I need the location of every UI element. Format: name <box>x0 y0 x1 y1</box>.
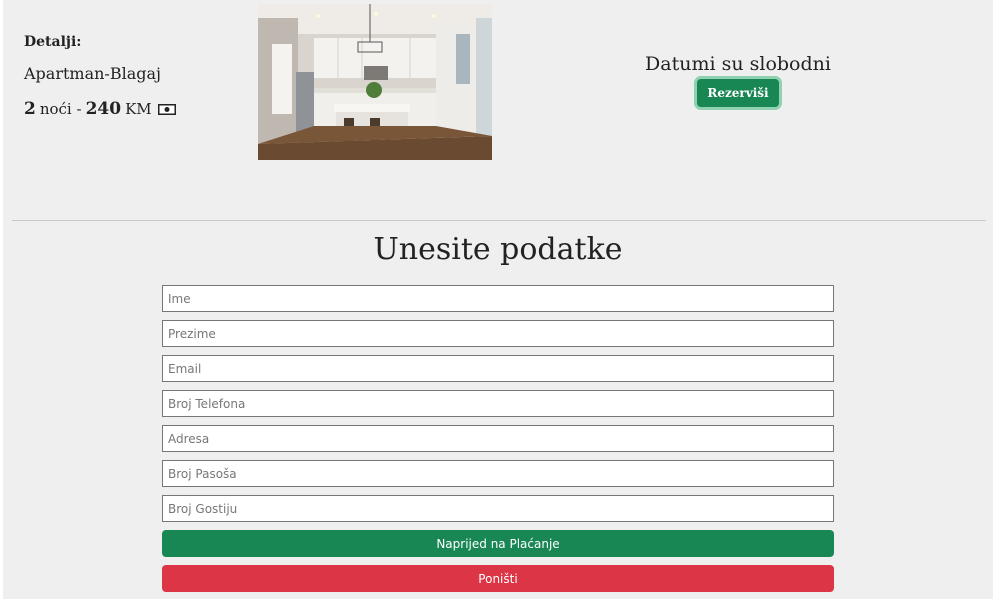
address-input[interactable] <box>162 425 834 452</box>
cancel-button[interactable]: Poništi <box>162 565 834 592</box>
nights-text: noći - <box>39 100 82 118</box>
form-title: Unesite podatke <box>373 232 623 267</box>
cash-icon <box>157 103 176 115</box>
booking-details: Detalji: Apartman-Blagaj 2 noći - 240 KM <box>24 34 176 119</box>
passport-input[interactable] <box>162 460 834 487</box>
price-amount: 240 <box>85 99 122 119</box>
last-name-input[interactable] <box>162 320 834 347</box>
apartment-photo <box>258 4 492 160</box>
kitchen-photo-image <box>258 4 492 160</box>
page: Detalji: Apartman-Blagaj 2 noći - 240 KM <box>3 0 993 599</box>
availability-status: Datumi su slobodni <box>645 53 831 75</box>
availability-panel: Datumi su slobodni Rezerviši <box>643 53 833 107</box>
reserve-button[interactable]: Rezerviši <box>697 79 779 107</box>
guest-form: Naprijed na Plaćanje Poništi <box>162 285 834 600</box>
apartment-name: Apartman-Blagaj <box>24 64 161 83</box>
guest-count-input[interactable] <box>162 495 834 522</box>
price-summary: 2 noći - 240 KM <box>24 99 176 119</box>
section-divider <box>12 220 986 221</box>
nights-count: 2 <box>24 99 36 119</box>
email-input[interactable] <box>162 355 834 382</box>
details-label: Detalji: <box>24 34 82 50</box>
currency: KM <box>125 100 152 118</box>
phone-input[interactable] <box>162 390 834 417</box>
first-name-input[interactable] <box>162 285 834 312</box>
proceed-to-payment-button[interactable]: Naprijed na Plaćanje <box>162 530 834 557</box>
